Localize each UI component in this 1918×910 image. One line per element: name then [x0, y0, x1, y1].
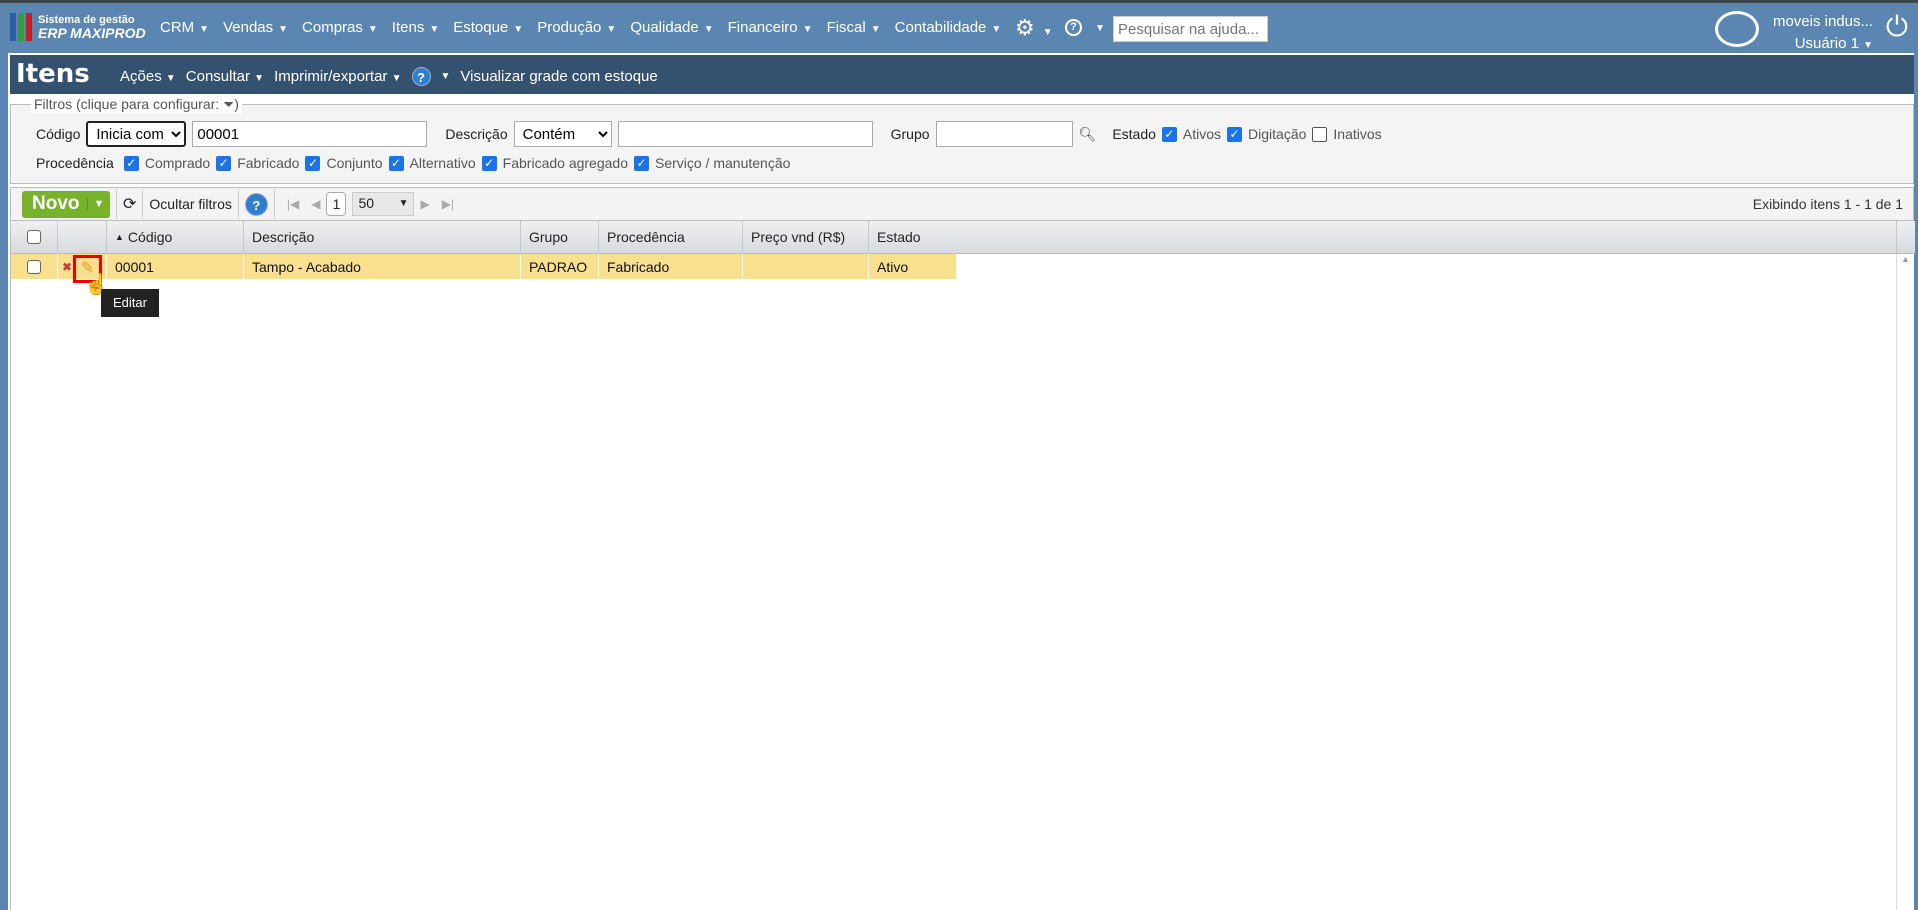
servico-checkbox[interactable]: ✓ [633, 155, 649, 171]
cell-procedencia: Fabricado [599, 254, 743, 279]
novo-button[interactable]: Novo ▼ [22, 190, 110, 218]
showing-count: Exibindo itens 1 - 1 de 1 [1752, 196, 1903, 212]
novo-dropdown-icon: ▼ [87, 198, 110, 210]
gear-icon[interactable]: ⚙ ▼ [1015, 15, 1053, 41]
descricao-input[interactable] [617, 121, 873, 147]
comprado-label: Comprado [144, 155, 211, 171]
menu-contabilidade[interactable]: Contabilidade ▼ [895, 19, 1002, 36]
inativos-checkbox[interactable] [1312, 126, 1328, 142]
codigo-label: Código [36, 126, 81, 142]
user-menu[interactable]: moveis indus... Usuário 1 ▼ [1773, 11, 1873, 57]
logo-icon [10, 13, 32, 41]
codigo-operator-select[interactable]: Inicia com [86, 121, 187, 147]
inativos-label: Inativos [1333, 126, 1382, 142]
next-page-icon[interactable]: ▶ [420, 197, 429, 211]
menu-financeiro[interactable]: Financeiro ▼ [728, 19, 813, 36]
conjunto-label: Conjunto [326, 155, 383, 171]
company-name: moveis indus... [1772, 13, 1873, 30]
menu-estoque[interactable]: Estoque ▼ [453, 19, 523, 36]
ativos-checkbox[interactable]: ✓ [1161, 126, 1177, 142]
header-grupo[interactable]: Grupo [521, 221, 599, 253]
search-icon[interactable]: 🔍︎ [1079, 126, 1097, 143]
filter-icon: ⏷ [223, 96, 235, 112]
descricao-operator-select[interactable]: Contém [513, 121, 612, 147]
cell-preco [743, 254, 869, 279]
delete-icon[interactable]: ✖ [62, 260, 72, 274]
fabricado-agregado-checkbox[interactable]: ✓ [481, 155, 497, 171]
row-checkbox[interactable] [11, 254, 58, 279]
refresh-icon[interactable]: ⟳ [123, 194, 136, 214]
help-caret-icon[interactable]: ▼ [441, 71, 451, 82]
grupo-input[interactable] [935, 121, 1073, 147]
header-preco[interactable]: Preço vnd (R$) [743, 221, 869, 253]
prev-page-icon[interactable]: ◀ [311, 197, 320, 211]
imprimir-exportar-menu[interactable]: Imprimir/exportar ▼ [274, 68, 401, 85]
fabricado-label: Fabricado [237, 155, 300, 171]
menu-fiscal[interactable]: Fiscal ▼ [827, 19, 881, 36]
cell-descricao: Tampo - Acabado [244, 254, 521, 279]
hide-filters-button[interactable]: Ocultar filtros [149, 196, 231, 212]
select-all-checkbox[interactable] [11, 221, 58, 253]
digitacao-checkbox[interactable]: ✓ [1227, 126, 1243, 142]
cell-codigo: 00001 [107, 254, 244, 279]
alternativo-checkbox[interactable]: ✓ [388, 155, 404, 171]
power-icon[interactable]: ⏻ [1886, 11, 1908, 44]
chat-icon[interactable] [1715, 11, 1759, 47]
header-codigo[interactable]: ▲ Código [107, 221, 244, 253]
help-icon[interactable]: ? [1065, 19, 1082, 36]
grid-view-link[interactable]: Visualizar grade com estoque [460, 68, 657, 85]
menu-vendas[interactable]: Vendas ▼ [223, 19, 288, 36]
page-header: Itens Ações ▼ Consultar ▼ Imprimir/expor… [10, 55, 1914, 94]
ativos-label: Ativos [1182, 126, 1222, 142]
logo[interactable]: Sistema de gestão ERP MAXIPROD [10, 13, 146, 41]
vertical-scrollbar[interactable]: ▲ [1896, 254, 1914, 910]
edit-tooltip: Editar [101, 289, 159, 317]
estado-label: Estado [1112, 126, 1156, 142]
cell-grupo: PADRAO [521, 254, 599, 279]
conjunto-checkbox[interactable]: ✓ [305, 155, 321, 171]
filters-legend[interactable]: Filtros (clique para configurar: ⏷) [31, 96, 242, 113]
fabricado-checkbox[interactable]: ✓ [216, 155, 232, 171]
user-name: Usuário 1 [1794, 35, 1859, 52]
menu-compras[interactable]: Compras ▼ [302, 19, 378, 36]
help-icon[interactable]: ? [411, 67, 431, 86]
actions-header [58, 221, 107, 253]
filters-panel: Filtros (clique para configurar: ⏷) Códi… [10, 96, 1914, 184]
consultar-menu[interactable]: Consultar ▼ [186, 68, 264, 85]
comprado-checkbox[interactable]: ✓ [123, 155, 139, 171]
menu-itens[interactable]: Itens ▼ [392, 19, 439, 36]
cell-estado: Ativo [877, 258, 909, 275]
grid-header: ▲ Código Descrição Grupo Procedência Preç… [11, 221, 1915, 254]
fabricado-agregado-label: Fabricado agregado [502, 155, 628, 171]
grid-toolbar: Novo ▼ ⟳ Ocultar filtros ? |◀ ◀ 1 50 ▼ ▶ ▶… [10, 187, 1914, 221]
help-icon[interactable]: ? [244, 192, 268, 216]
procedencia-label: Procedência [36, 155, 114, 171]
last-page-icon[interactable]: ▶| [442, 197, 454, 211]
page-number-input[interactable]: 1 [326, 192, 347, 216]
menu-producao[interactable]: Produção ▼ [537, 19, 616, 36]
table-row[interactable]: ✖ 00001 Tampo - Acabado PADRAO Fabricado… [11, 254, 956, 279]
menu-qualidade[interactable]: Qualidade ▼ [630, 19, 713, 36]
header-procedencia[interactable]: Procedência [599, 221, 743, 253]
grupo-label: Grupo [890, 126, 930, 142]
brand-line2: ERP MAXIPROD [38, 25, 146, 41]
header-descricao[interactable]: Descrição [244, 221, 521, 253]
main-menu: CRM ▼ Vendas ▼ Compras ▼ Itens ▼ Estoque ▼ Pr… [160, 19, 1001, 36]
descricao-label: Descrição [445, 126, 508, 142]
alternativo-label: Alternativo [409, 155, 476, 171]
servico-label: Serviço / manutenção [654, 155, 791, 171]
help-caret-icon[interactable]: ▼ [1095, 23, 1105, 34]
codigo-input[interactable] [192, 121, 428, 147]
sort-asc-icon: ▲ [115, 232, 124, 242]
items-grid: ▲ Código Descrição Grupo Procedência Preç… [10, 221, 1915, 910]
digitacao-label: Digitação [1248, 126, 1307, 142]
header-estado[interactable]: Estado [869, 221, 1897, 253]
help-search-input[interactable] [1113, 16, 1268, 42]
menu-crm[interactable]: CRM ▼ [160, 19, 209, 36]
acoes-menu[interactable]: Ações ▼ [120, 68, 176, 85]
first-page-icon[interactable]: |◀ [287, 197, 299, 211]
page-size-select[interactable]: 50 ▼ [352, 192, 415, 216]
page-title: Itens [16, 59, 90, 89]
top-navbar: Sistema de gestão ERP MAXIPROD CRM ▼ Venda… [0, 0, 1918, 53]
